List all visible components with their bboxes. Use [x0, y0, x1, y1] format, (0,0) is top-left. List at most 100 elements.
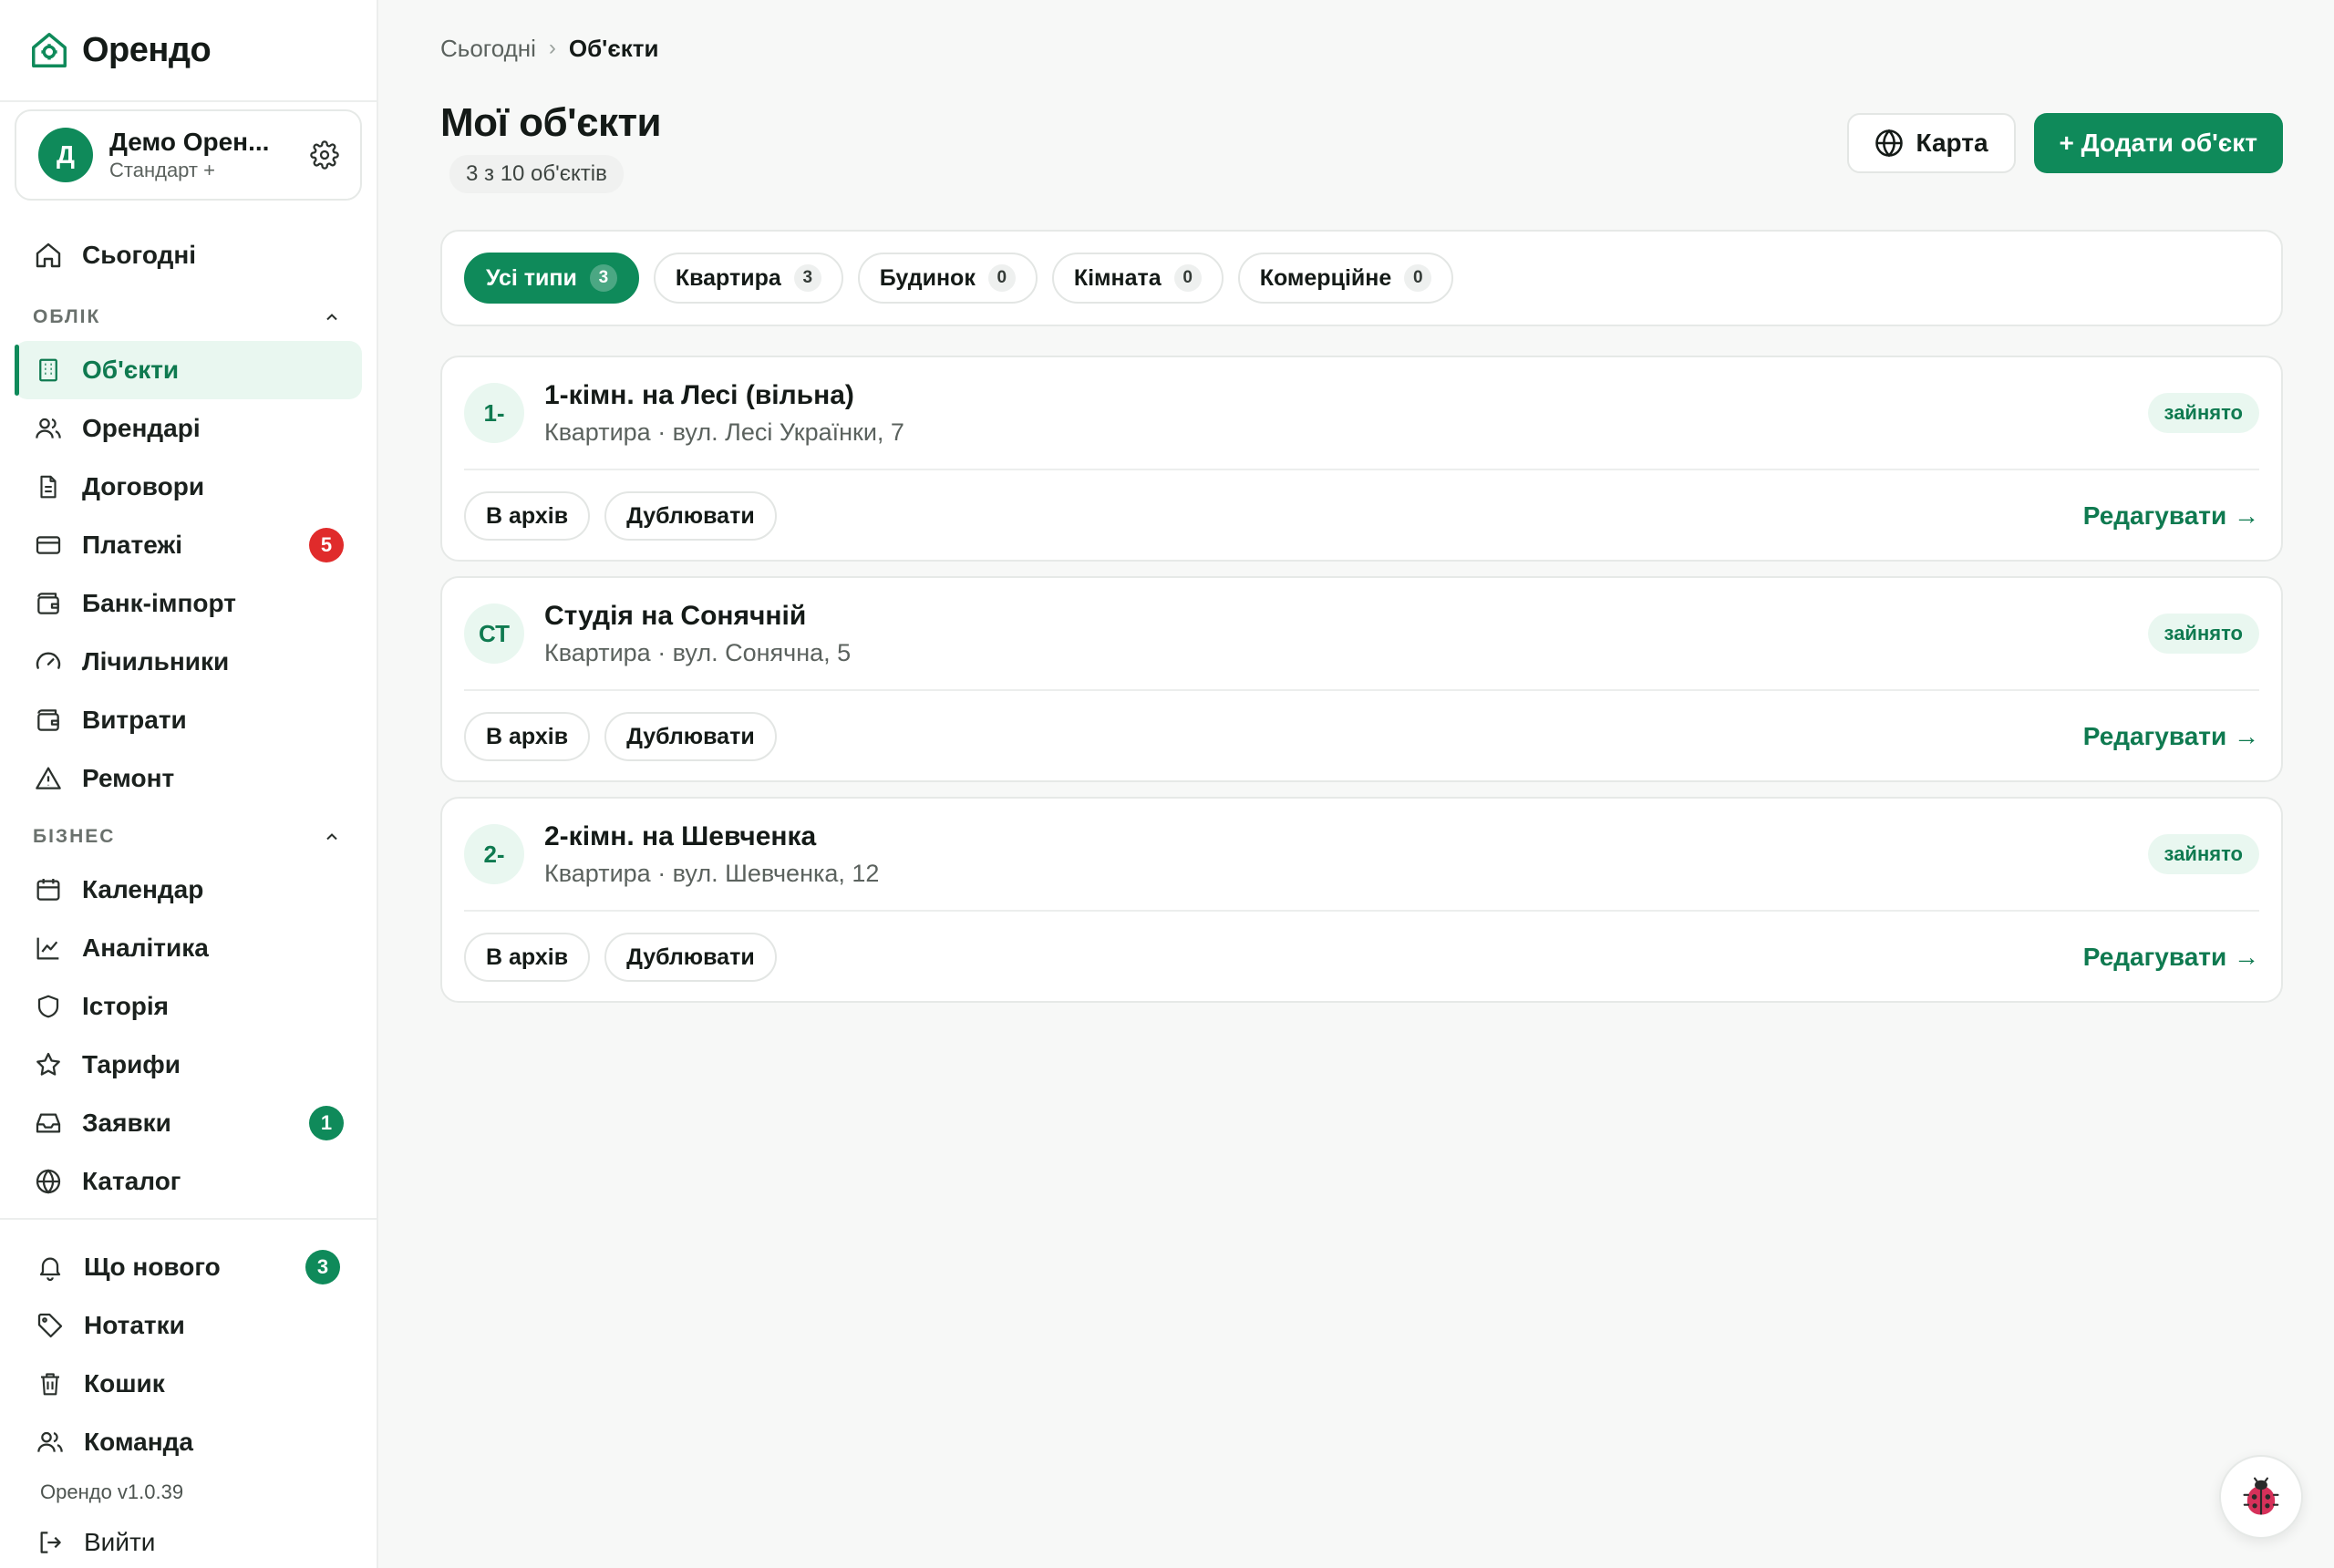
trash-icon [35, 1368, 66, 1399]
sidebar-item-whats-new[interactable]: Що нового 3 [18, 1238, 358, 1296]
ladybug-icon [2237, 1473, 2285, 1521]
filter-chip-commercial[interactable]: Комерційне 0 [1237, 253, 1454, 304]
star-icon [33, 1049, 64, 1080]
duplicate-button[interactable]: Дублювати [604, 491, 777, 541]
nav-item-label: Аналітика [82, 934, 209, 962]
add-object-button[interactable]: + Додати об'єкт [2033, 113, 2283, 173]
sidebar: Орендо Д Демо Орен... Стандарт + Сьогодн… [0, 0, 378, 1568]
shield-icon [33, 991, 64, 1022]
type-filter-bar: Усі типи 3 Квартира 3 Будинок 0 Кімната … [440, 230, 2283, 326]
chip-count: 0 [1404, 264, 1432, 292]
workspace-switcher[interactable]: Д Демо Орен... Стандарт + [15, 109, 362, 201]
requests-badge: 1 [309, 1106, 344, 1140]
edit-link[interactable]: Редагувати → [2083, 943, 2259, 972]
section-header-business[interactable]: БІЗНЕС [15, 813, 362, 861]
nav-item-label: Лічильники [82, 647, 230, 676]
sidebar-item-analytics[interactable]: Аналітика [15, 919, 362, 977]
brand[interactable]: Орендо [0, 0, 377, 102]
sidebar-item-tariffs[interactable]: Тарифи [15, 1036, 362, 1094]
nav-item-label: Календар [82, 875, 204, 903]
nav-item-label: Витрати [82, 706, 187, 734]
property-subtitle: Квартира · вул. Сонячна, 5 [544, 638, 852, 666]
whats-new-badge: 3 [305, 1250, 340, 1284]
building-icon [33, 355, 64, 386]
gear-icon[interactable] [307, 138, 342, 172]
property-card-header[interactable]: СТ Студія на Сонячній Квартира · вул. Со… [464, 578, 2259, 691]
status-badge: зайнято [2147, 614, 2259, 654]
wallet-icon [33, 588, 64, 619]
filter-chip-apartment[interactable]: Квартира 3 [653, 253, 843, 304]
duplicate-button[interactable]: Дублювати [604, 712, 777, 761]
nav-item-label: Тарифи [82, 1050, 181, 1078]
sidebar-item-repairs[interactable]: Ремонт [15, 749, 362, 808]
breadcrumb: Сьогодні › Об'єкти [440, 0, 2283, 97]
archive-button[interactable]: В архів [464, 491, 591, 541]
globe-icon [33, 1166, 64, 1197]
map-button[interactable]: Карта [1846, 113, 2016, 173]
sidebar-item-tenants[interactable]: Орендарі [15, 399, 362, 458]
breadcrumb-parent-link[interactable]: Сьогодні [440, 35, 536, 63]
sidebar-item-calendar[interactable]: Календар [15, 861, 362, 919]
sidebar-footer: Що нового 3 Нотатки Кошик Команда Орендо… [0, 1218, 377, 1568]
property-card: 1- 1-кімн. на Лесі (вільна) Квартира · в… [440, 356, 2283, 562]
brand-name: Орендо [82, 30, 212, 69]
nav-item-label: Нотатки [84, 1311, 185, 1339]
nav-item-today[interactable]: Сьогодні [15, 226, 362, 284]
app-version: Орендо v1.0.39 [40, 1480, 184, 1503]
nav-item-label: Ремонт [82, 764, 175, 792]
filter-chip-room[interactable]: Кімната 0 [1051, 253, 1224, 304]
page-title: Мої об'єкти [440, 100, 662, 145]
edit-link[interactable]: Редагувати → [2083, 501, 2259, 531]
archive-button[interactable]: В архів [464, 712, 591, 761]
home-icon [33, 240, 64, 271]
sidebar-item-catalog[interactable]: Каталог [15, 1152, 362, 1211]
document-icon [33, 471, 64, 502]
property-title: Студія на Сонячній [544, 600, 807, 631]
nav-item-label: Орендарі [82, 414, 201, 442]
property-card-header[interactable]: 1- 1-кімн. на Лесі (вільна) Квартира · в… [464, 357, 2259, 470]
sidebar-item-contracts[interactable]: Договори [15, 458, 362, 516]
sidebar-item-meters[interactable]: Лічильники [15, 633, 362, 691]
sidebar-item-notes[interactable]: Нотатки [18, 1296, 358, 1355]
nav-item-label: Каталог [82, 1167, 181, 1195]
users-icon [35, 1427, 66, 1458]
breadcrumb-current: Об'єкти [568, 34, 659, 62]
wallet-icon [33, 705, 64, 736]
sidebar-item-trash[interactable]: Кошик [18, 1355, 358, 1413]
map-button-label: Карта [1916, 129, 1988, 157]
archive-button[interactable]: В архів [464, 933, 591, 982]
workspace-plan: Стандарт + [109, 159, 215, 181]
chevron-up-icon[interactable] [320, 825, 344, 849]
sidebar-item-bank-import[interactable]: Банк-імпорт [15, 574, 362, 633]
nav-item-label: Заявки [82, 1109, 171, 1137]
filter-chip-house[interactable]: Будинок 0 [857, 253, 1038, 304]
sidebar-item-objects[interactable]: Об'єкти [15, 341, 362, 399]
chevron-up-icon[interactable] [320, 305, 344, 329]
property-card: 2- 2-кімн. на Шевченка Квартира · вул. Ш… [440, 797, 2283, 1003]
chip-count: 0 [987, 264, 1016, 292]
filter-chip-all[interactable]: Усі типи 3 [464, 253, 639, 304]
calendar-icon [33, 874, 64, 905]
sidebar-item-requests[interactable]: Заявки 1 [15, 1094, 362, 1152]
sidebar-item-payments[interactable]: Платежі 5 [15, 516, 362, 574]
duplicate-button[interactable]: Дублювати [604, 933, 777, 982]
logout-icon [35, 1527, 66, 1558]
property-card-header[interactable]: 2- 2-кімн. на Шевченка Квартира · вул. Ш… [464, 799, 2259, 912]
main-nav: Сьогодні ОБЛІК Об'єкти Орендарі Договори… [0, 226, 377, 1211]
chip-label: Комерційне [1259, 264, 1392, 291]
main-content: Сьогодні › Об'єкти Мої об'єкти 3 з 10 об… [378, 0, 2334, 1568]
breadcrumb-separator: › [548, 36, 556, 60]
workspace-avatar: Д [38, 128, 93, 182]
property-title: 2-кімн. на Шевченка [544, 820, 817, 851]
sidebar-item-expenses[interactable]: Витрати [15, 691, 362, 749]
chip-label: Кімната [1073, 264, 1162, 291]
payments-badge: 5 [309, 528, 344, 562]
logout-button[interactable]: Вийти [18, 1513, 358, 1568]
edit-link[interactable]: Редагувати → [2083, 722, 2259, 751]
nav-item-label: Історія [82, 992, 170, 1020]
nav-item-label: Об'єкти [82, 356, 180, 384]
sidebar-item-team[interactable]: Команда [18, 1413, 358, 1471]
sidebar-item-history[interactable]: Історія [15, 977, 362, 1036]
section-header-accounting[interactable]: ОБЛІК [15, 294, 362, 341]
bug-report-button[interactable] [2219, 1455, 2303, 1539]
